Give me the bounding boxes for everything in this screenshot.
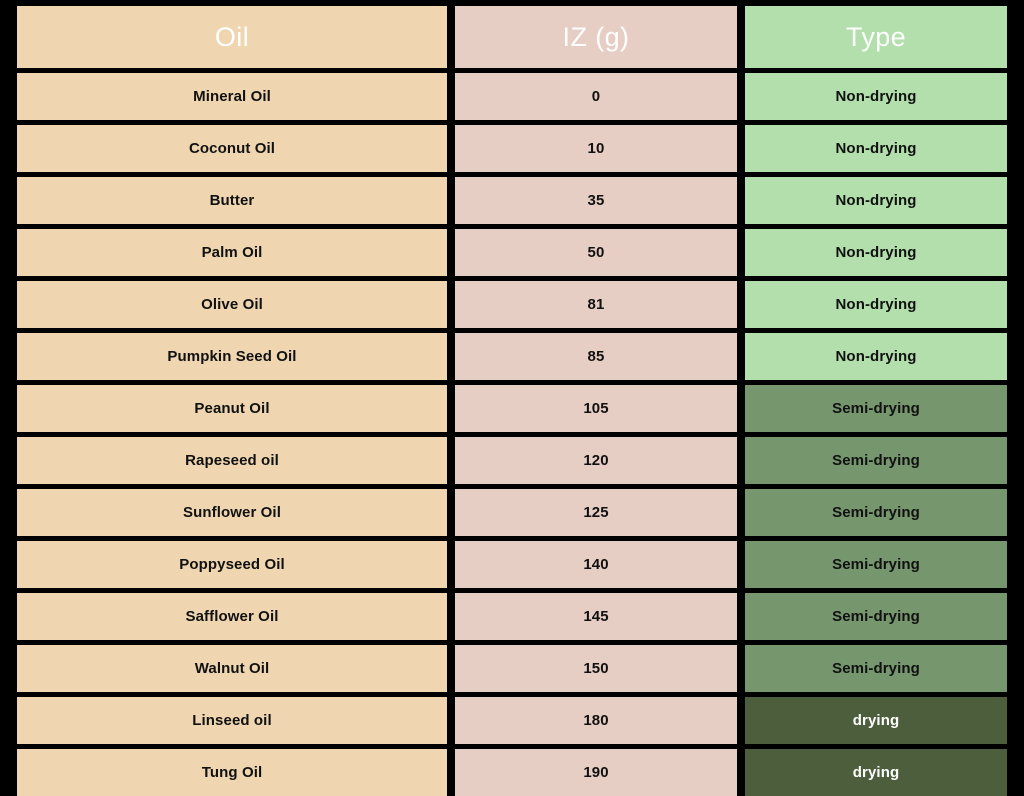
cell-iodine-value: 81: [455, 281, 737, 328]
cell-oil-name: Olive Oil: [17, 281, 447, 328]
table-row: Peanut Oil 105 Semi-drying: [17, 385, 1007, 432]
cell-oil-name: Coconut Oil: [17, 125, 447, 172]
cell-iodine-value: 10: [455, 125, 737, 172]
cell-oil-name: Butter: [17, 177, 447, 224]
table-row: Palm Oil 50 Non-drying: [17, 229, 1007, 276]
cell-iodine-value: 180: [455, 697, 737, 744]
cell-iodine-value: 190: [455, 749, 737, 796]
cell-type: Non-drying: [745, 125, 1007, 172]
cell-type: Semi-drying: [745, 385, 1007, 432]
column-header-iz[interactable]: IZ (g): [455, 6, 737, 68]
table-row: Walnut Oil 150 Semi-drying: [17, 645, 1007, 692]
cell-oil-name: Sunflower Oil: [17, 489, 447, 536]
cell-iodine-value: 145: [455, 593, 737, 640]
table-header-row: Oil IZ (g) Type: [17, 6, 1007, 68]
oils-iodine-value-table: Oil IZ (g) Type Mineral Oil 0 Non-drying Co…: [0, 0, 1024, 796]
column-header-oil[interactable]: Oil: [17, 6, 447, 68]
cell-type: Semi-drying: [745, 437, 1007, 484]
cell-type: Non-drying: [745, 333, 1007, 380]
cell-type: Semi-drying: [745, 645, 1007, 692]
table-body: Mineral Oil 0 Non-drying Coconut Oil 10 Non-d…: [17, 73, 1007, 796]
cell-type: Non-drying: [745, 229, 1007, 276]
cell-type: Non-drying: [745, 177, 1007, 224]
cell-oil-name: Walnut Oil: [17, 645, 447, 692]
table-row: Tung Oil 190 drying: [17, 749, 1007, 796]
table-row: Sunflower Oil 125 Semi-drying: [17, 489, 1007, 536]
cell-type: drying: [745, 749, 1007, 796]
table-row: Safflower Oil 145 Semi-drying: [17, 593, 1007, 640]
cell-iodine-value: 50: [455, 229, 737, 276]
table-row: Butter 35 Non-drying: [17, 177, 1007, 224]
column-header-type[interactable]: Type: [745, 6, 1007, 68]
table-row: Pumpkin Seed Oil 85 Non-drying: [17, 333, 1007, 380]
table-row: Rapeseed oil 120 Semi-drying: [17, 437, 1007, 484]
cell-type: drying: [745, 697, 1007, 744]
cell-iodine-value: 0: [455, 73, 737, 120]
cell-oil-name: Palm Oil: [17, 229, 447, 276]
cell-oil-name: Safflower Oil: [17, 593, 447, 640]
cell-oil-name: Linseed oil: [17, 697, 447, 744]
cell-type: Semi-drying: [745, 489, 1007, 536]
cell-type: Semi-drying: [745, 541, 1007, 588]
cell-oil-name: Peanut Oil: [17, 385, 447, 432]
cell-oil-name: Tung Oil: [17, 749, 447, 796]
table-row: Mineral Oil 0 Non-drying: [17, 73, 1007, 120]
table-row: Olive Oil 81 Non-drying: [17, 281, 1007, 328]
cell-oil-name: Pumpkin Seed Oil: [17, 333, 447, 380]
cell-iodine-value: 35: [455, 177, 737, 224]
cell-iodine-value: 85: [455, 333, 737, 380]
cell-iodine-value: 150: [455, 645, 737, 692]
cell-oil-name: Rapeseed oil: [17, 437, 447, 484]
table-row: Poppyseed Oil 140 Semi-drying: [17, 541, 1007, 588]
cell-iodine-value: 140: [455, 541, 737, 588]
table-row: Coconut Oil 10 Non-drying: [17, 125, 1007, 172]
cell-iodine-value: 125: [455, 489, 737, 536]
cell-type: Non-drying: [745, 73, 1007, 120]
cell-type: Non-drying: [745, 281, 1007, 328]
cell-iodine-value: 105: [455, 385, 737, 432]
table-row: Linseed oil 180 drying: [17, 697, 1007, 744]
cell-oil-name: Poppyseed Oil: [17, 541, 447, 588]
cell-iodine-value: 120: [455, 437, 737, 484]
cell-oil-name: Mineral Oil: [17, 73, 447, 120]
cell-type: Semi-drying: [745, 593, 1007, 640]
